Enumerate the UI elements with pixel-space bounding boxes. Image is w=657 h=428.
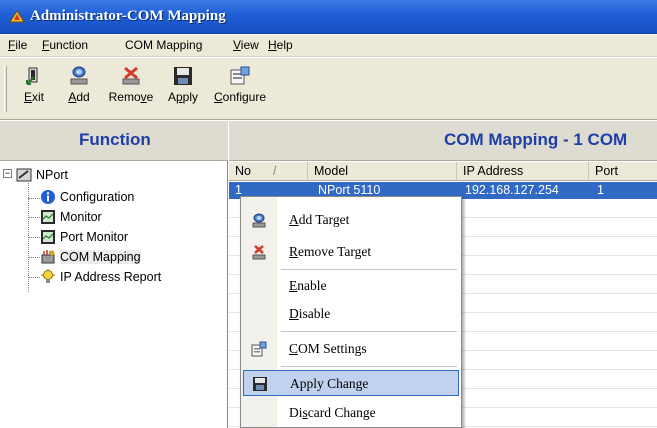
menu-separator <box>281 366 457 367</box>
apply-button[interactable]: Apply <box>164 64 202 116</box>
menu-item-enable[interactable]: Enable <box>243 273 459 299</box>
configure-button[interactable]: Configure <box>211 64 269 116</box>
add-target-icon <box>252 213 266 228</box>
tree-item-configuration[interactable]: Configuration <box>40 189 220 207</box>
nport-device-icon <box>16 168 32 182</box>
menu-view[interactable]: View <box>233 38 259 52</box>
monitor-icon <box>41 210 55 224</box>
cell-port: 1 <box>597 183 604 197</box>
menu-com-mapping[interactable]: COM Mapping <box>125 38 202 52</box>
port-monitor-icon <box>41 230 55 244</box>
tree-item-ip-address-report[interactable]: IP Address Report <box>40 269 226 287</box>
tree-item-port-monitor[interactable]: Port Monitor <box>40 229 220 247</box>
context-menu: Add Target Remove Target Enable Disable … <box>240 196 462 428</box>
cell-no: 1 <box>235 183 242 197</box>
title-bar[interactable]: Administrator-COM Mapping <box>0 0 657 34</box>
menu-item-discard-change[interactable]: Discard Change <box>243 400 459 426</box>
sort-indicator-icon: / <box>273 164 277 178</box>
menu-help[interactable]: Help <box>268 38 293 52</box>
cell-model: NPort 5110 <box>318 183 381 197</box>
save-disk-icon <box>253 377 267 391</box>
column-header-model[interactable]: Model <box>308 162 457 181</box>
remove-target-icon <box>252 245 266 260</box>
menu-function[interactable]: Function <box>42 38 88 52</box>
column-header-ip-address[interactable]: IP Address <box>457 162 589 181</box>
toolbar-grip[interactable] <box>4 66 7 112</box>
menu-item-remove-target[interactable]: Remove Target <box>243 239 459 265</box>
menu-bar: File Function COM Mapping View Help <box>0 35 657 57</box>
info-icon <box>41 190 55 204</box>
menu-separator <box>281 331 457 332</box>
tree-item-monitor[interactable]: Monitor <box>40 209 220 227</box>
com-mapping-panel-header: COM Mapping - 1 COM <box>229 121 657 161</box>
com-mapping-icon <box>41 250 55 264</box>
toolbar: Exit Add Remove Apply Configure <box>0 58 657 120</box>
menu-separator <box>281 269 457 270</box>
com-mapping-panel-title: COM Mapping - 1 COM <box>444 130 628 149</box>
menu-item-com-settings[interactable]: COM Settings <box>243 336 459 362</box>
save-disk-icon <box>174 67 192 85</box>
function-panel: Function − NPort Configuration Monitor P… <box>0 121 228 428</box>
menu-item-apply-change[interactable]: Apply Change <box>243 370 459 396</box>
add-button[interactable]: Add <box>62 64 96 116</box>
add-target-icon <box>70 66 88 85</box>
app-icon <box>9 10 25 23</box>
menu-item-disable[interactable]: Disable <box>243 301 459 327</box>
com-settings-icon <box>251 341 267 357</box>
column-header-port[interactable]: Port <box>589 162 657 181</box>
cell-ip-address: 192.168.127.254 <box>465 183 559 197</box>
exit-button[interactable]: Exit <box>17 64 51 116</box>
menu-file[interactable]: File <box>8 38 27 52</box>
tree-collapse-toggle[interactable]: − <box>3 169 12 178</box>
function-panel-title: Function <box>79 130 151 149</box>
remove-target-icon <box>122 66 140 85</box>
menu-item-add-target[interactable]: Add Target <box>243 207 459 233</box>
configure-icon <box>230 66 250 85</box>
window-title: Administrator-COM Mapping <box>30 8 226 24</box>
tree-item-com-mapping[interactable]: COM Mapping <box>40 249 220 267</box>
function-panel-header: Function <box>0 121 228 161</box>
remove-button[interactable]: Remove <box>106 64 156 116</box>
lightbulb-icon <box>41 269 55 283</box>
grid-header: No / Model IP Address Port <box>229 162 657 181</box>
exit-icon <box>26 67 38 85</box>
column-header-no[interactable]: No / <box>229 162 308 181</box>
tree-item-nport[interactable]: NPort <box>16 167 216 185</box>
